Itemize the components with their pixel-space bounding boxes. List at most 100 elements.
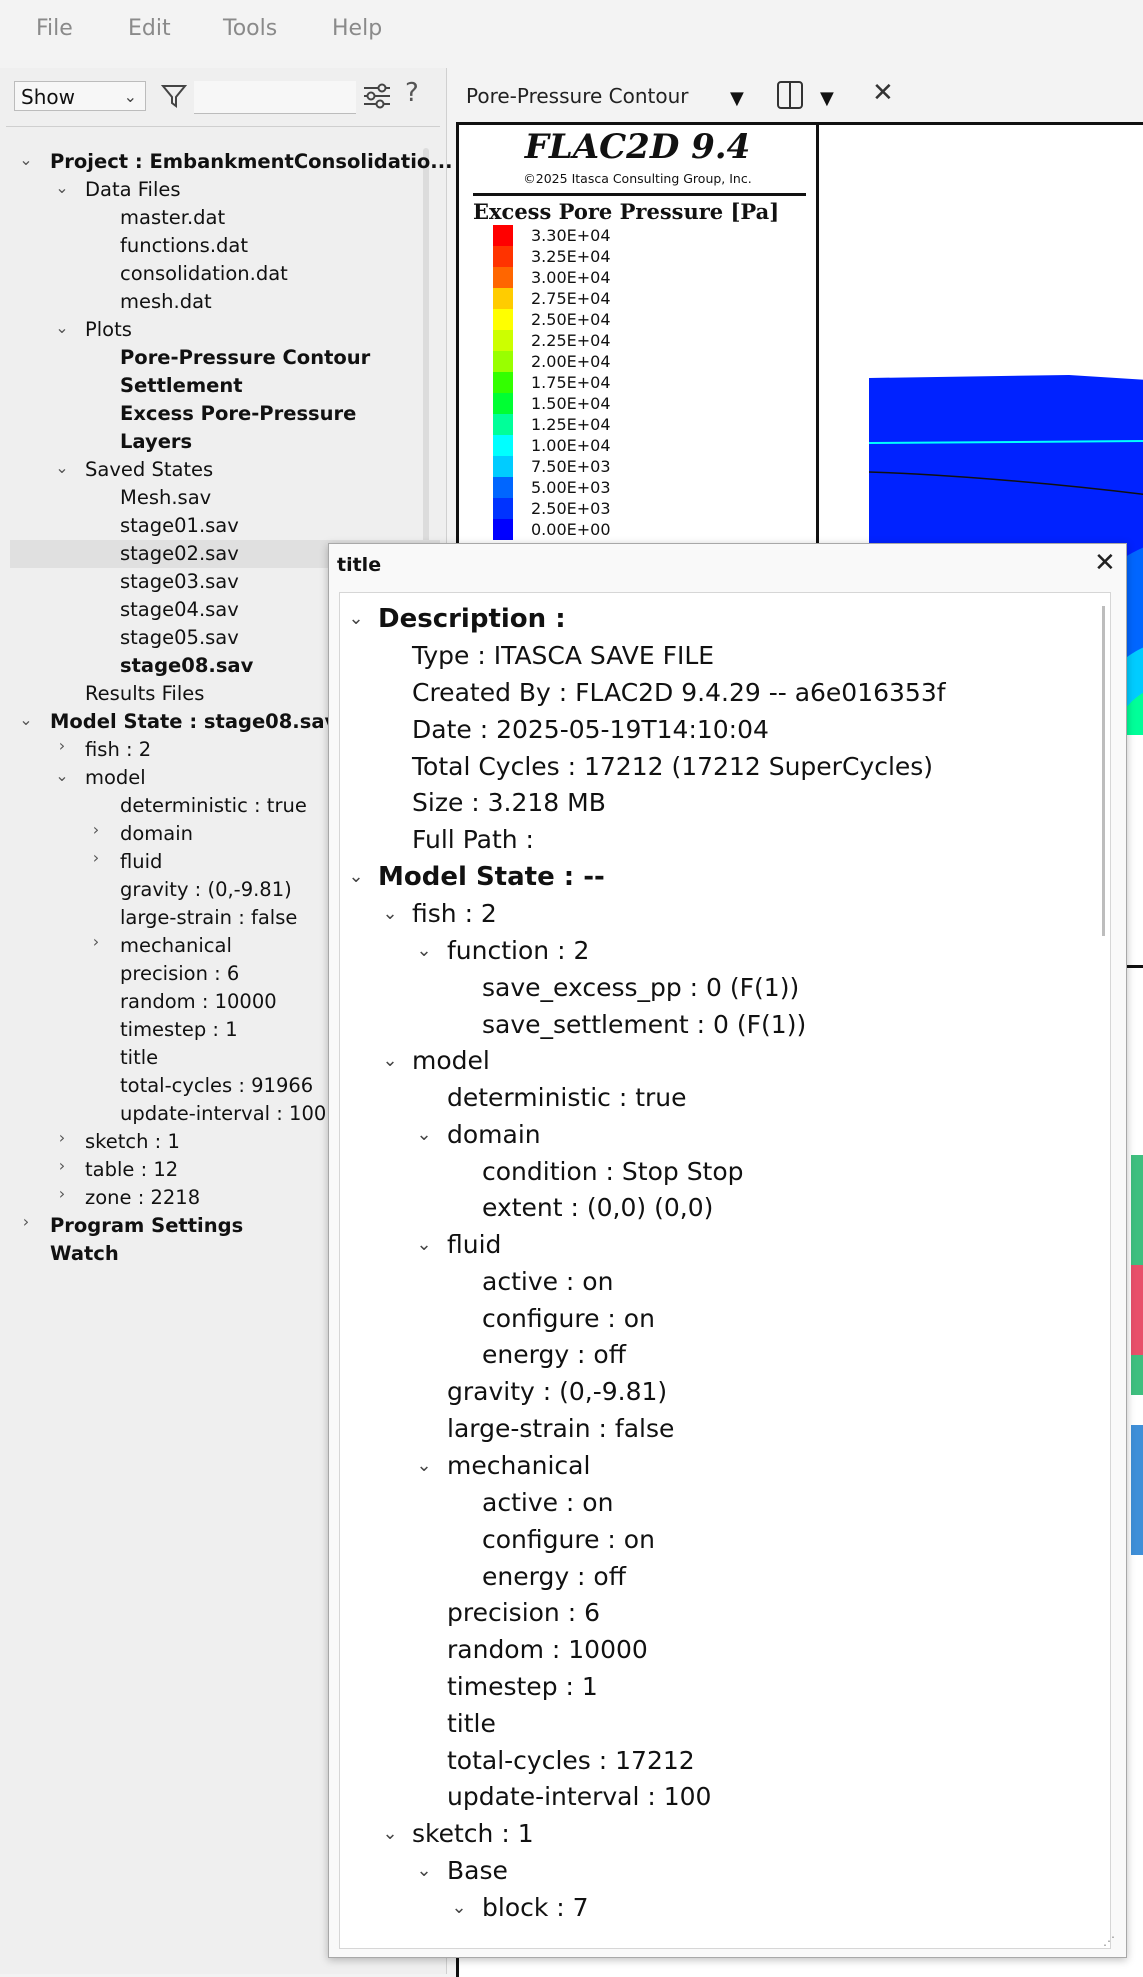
- chevron-down-icon[interactable]: ⌄: [412, 933, 436, 969]
- dropdown-triangle-icon[interactable]: ▼: [730, 88, 744, 109]
- node-block[interactable]: block : 7: [482, 1890, 589, 1926]
- node-domain[interactable]: domain: [447, 1117, 541, 1153]
- chevron-down-icon[interactable]: ⌄: [16, 710, 36, 729]
- tree-file-functions[interactable]: functions.dat: [120, 232, 248, 260]
- tree-results-files[interactable]: Results Files: [85, 680, 204, 708]
- split-view-icon[interactable]: [776, 80, 804, 110]
- chevron-down-icon[interactable]: ⌄: [378, 1043, 402, 1079]
- tree-domain[interactable]: domain: [120, 820, 193, 848]
- tree-program-settings[interactable]: Program Settings: [50, 1212, 243, 1240]
- chevron-right-icon[interactable]: ›: [86, 820, 106, 839]
- tree-file-master[interactable]: master.dat: [120, 204, 225, 232]
- tree-timestep[interactable]: timestep : 1: [120, 1016, 238, 1044]
- tree-watch[interactable]: Watch: [50, 1240, 119, 1268]
- tree-plot-settlement[interactable]: Settlement: [120, 372, 243, 400]
- section-model-state[interactable]: Model State : --: [378, 859, 605, 895]
- tree-fish[interactable]: fish : 2: [85, 736, 151, 764]
- tree-table[interactable]: table : 12: [85, 1156, 178, 1184]
- chevron-right-icon[interactable]: ›: [86, 848, 106, 867]
- chevron-down-icon[interactable]: ⌄: [412, 1117, 436, 1153]
- chevron-down-icon[interactable]: ⌄: [412, 1853, 436, 1889]
- tree-plot-excess[interactable]: Excess Pore-Pressure: [120, 400, 356, 428]
- filter-icon[interactable]: [160, 82, 188, 110]
- tree-save-stage04[interactable]: stage04.sav: [120, 596, 239, 624]
- tree-model[interactable]: model: [85, 764, 146, 792]
- chevron-down-icon[interactable]: ⌄: [52, 178, 72, 197]
- chevron-down-icon[interactable]: ⌄: [52, 318, 72, 337]
- tree-data-files[interactable]: Data Files: [85, 176, 181, 204]
- chevron-right-icon[interactable]: ›: [52, 736, 72, 755]
- chevron-down-icon[interactable]: ⌄: [52, 766, 72, 785]
- chevron-down-icon[interactable]: ⌄: [412, 1227, 436, 1263]
- filter-input[interactable]: [194, 81, 356, 114]
- chevron-down-icon[interactable]: ⌄: [52, 458, 72, 477]
- legend-label: 1.50E+04: [531, 394, 611, 413]
- legend-swatch: [493, 456, 513, 477]
- plot-tab-title[interactable]: Pore-Pressure Contour: [466, 84, 689, 108]
- dialog-scrollbar[interactable]: [1102, 606, 1105, 936]
- chevron-down-icon[interactable]: ⌄: [412, 1448, 436, 1484]
- dropdown-triangle-icon[interactable]: ▼: [820, 88, 834, 109]
- tree-large-strain[interactable]: large-strain : false: [120, 904, 297, 932]
- legend-label: 3.25E+04: [531, 247, 611, 266]
- tree-plot-layers[interactable]: Layers: [120, 428, 192, 456]
- chevron-right-icon[interactable]: ›: [52, 1128, 72, 1147]
- node-save-excess-pp: save_excess_pp : 0 (F(1)): [482, 973, 800, 1002]
- tree-model-state[interactable]: Model State : stage08.sav: [50, 708, 337, 736]
- settings-sliders-icon[interactable]: [362, 82, 392, 110]
- tree-save-stage05[interactable]: stage05.sav: [120, 624, 239, 652]
- chevron-right-icon[interactable]: ›: [16, 1212, 36, 1231]
- tree-random[interactable]: random : 10000: [120, 988, 277, 1016]
- node-function[interactable]: function : 2: [447, 933, 589, 969]
- tree-saved-states[interactable]: Saved States: [85, 456, 213, 484]
- help-icon[interactable]: ?: [405, 78, 419, 108]
- chevron-down-icon[interactable]: ⌄: [344, 859, 368, 895]
- tree-update-interval[interactable]: update-interval : 100: [120, 1100, 326, 1128]
- chevron-down-icon[interactable]: ⌄: [344, 601, 368, 637]
- legend-swatch: [493, 414, 513, 435]
- menu-file[interactable]: File: [36, 16, 73, 41]
- tree-fluid[interactable]: fluid: [120, 848, 162, 876]
- tree-save-stage01[interactable]: stage01.sav: [120, 512, 239, 540]
- chevron-down-icon: ⌄: [123, 87, 137, 106]
- tree-plots[interactable]: Plots: [85, 316, 132, 344]
- chevron-right-icon[interactable]: ›: [86, 932, 106, 951]
- node-model[interactable]: model: [412, 1043, 490, 1079]
- show-select[interactable]: Show ⌄: [14, 81, 146, 111]
- tree-file-mesh[interactable]: mesh.dat: [120, 288, 212, 316]
- menu-edit[interactable]: Edit: [128, 16, 171, 41]
- tree-save-stage03[interactable]: stage03.sav: [120, 568, 239, 596]
- tree-deterministic[interactable]: deterministic : true: [120, 792, 307, 820]
- node-fluid[interactable]: fluid: [447, 1227, 501, 1263]
- tree-file-consolidation[interactable]: consolidation.dat: [120, 260, 288, 288]
- tree-precision[interactable]: precision : 6: [120, 960, 239, 988]
- menu-tools[interactable]: Tools: [223, 16, 277, 41]
- tree-save-mesh[interactable]: Mesh.sav: [120, 484, 211, 512]
- tree-total-cycles[interactable]: total-cycles : 91966: [120, 1072, 313, 1100]
- tree-title[interactable]: title: [120, 1044, 158, 1072]
- menu-help[interactable]: Help: [332, 16, 382, 41]
- node-mechanical[interactable]: mechanical: [447, 1448, 590, 1484]
- tree-plot-pore-pressure[interactable]: Pore-Pressure Contour: [120, 344, 370, 372]
- section-description[interactable]: Description :: [378, 601, 566, 637]
- tree-zone[interactable]: zone : 2218: [85, 1184, 200, 1212]
- node-deterministic: deterministic : true: [447, 1083, 687, 1112]
- chevron-down-icon[interactable]: ⌄: [378, 1816, 402, 1852]
- tree-save-stage08[interactable]: stage08.sav: [120, 652, 253, 680]
- node-sketch[interactable]: sketch : 1: [412, 1816, 534, 1852]
- chevron-right-icon[interactable]: ›: [52, 1184, 72, 1203]
- tree-gravity[interactable]: gravity : (0,-9.81): [120, 876, 292, 904]
- close-icon[interactable]: ✕: [1094, 548, 1116, 578]
- tree-project[interactable]: Project : EmbankmentConsolidatio...: [50, 148, 453, 176]
- chevron-down-icon[interactable]: ⌄: [378, 896, 402, 932]
- node-base[interactable]: Base: [447, 1853, 508, 1889]
- chevron-down-icon[interactable]: ⌄: [447, 1890, 471, 1926]
- chevron-right-icon[interactable]: ›: [52, 1156, 72, 1175]
- tree-mechanical[interactable]: mechanical: [120, 932, 232, 960]
- chevron-down-icon[interactable]: ⌄: [16, 150, 36, 169]
- close-icon[interactable]: ✕: [872, 78, 894, 108]
- info-date: Date : 2025-05-19T14:10:04: [412, 715, 769, 744]
- resize-grip-icon[interactable]: ⋰: [1103, 1934, 1115, 1948]
- node-fish[interactable]: fish : 2: [412, 896, 497, 932]
- tree-sketch[interactable]: sketch : 1: [85, 1128, 180, 1156]
